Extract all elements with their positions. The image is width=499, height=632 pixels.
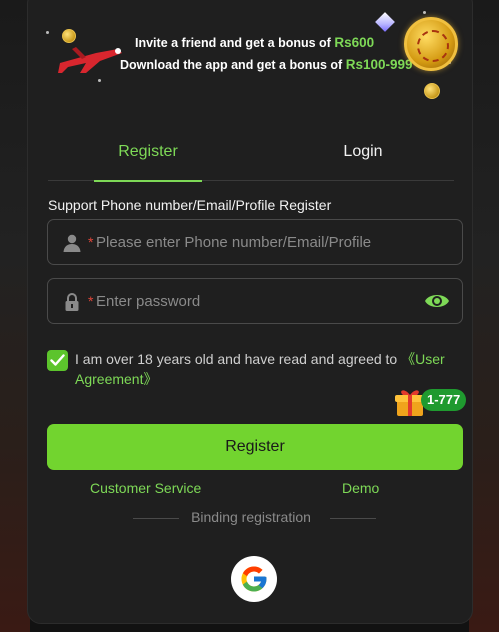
- account-field: *: [47, 219, 463, 265]
- agreement-text: I am over 18 years old and have read and…: [75, 351, 402, 367]
- binding-registration-label: Binding registration: [191, 509, 311, 525]
- account-input[interactable]: [96, 220, 426, 264]
- user-icon: [63, 234, 81, 252]
- banner-download-amount: Rs100-999: [345, 57, 413, 72]
- register-modal: Invite a friend and get a bonus of Rs600…: [27, 0, 473, 624]
- promo-banner: Invite a friend and get a bonus of Rs600…: [28, 1, 472, 101]
- google-icon: [241, 566, 267, 592]
- required-mark: *: [88, 293, 94, 309]
- eye-icon[interactable]: [424, 290, 450, 312]
- banner-line-invite: Invite a friend and get a bonus of Rs600: [135, 35, 374, 50]
- lock-icon: [65, 293, 79, 311]
- checkmark-icon: [50, 354, 65, 366]
- background-left: [0, 0, 30, 632]
- banner-download-text: Download the app and get a bonus of: [120, 58, 343, 72]
- plane-icon: [58, 47, 122, 73]
- bonus-badge: 1-777: [421, 389, 467, 411]
- banner-line-download: Download the app and get a bonus of Rs10…: [120, 57, 413, 72]
- customer-service-link[interactable]: Customer Service: [90, 480, 201, 496]
- coin-icon: [424, 83, 440, 99]
- banner-invite-text: Invite a friend and get a bonus of: [135, 36, 331, 50]
- google-login-button[interactable]: [231, 556, 277, 602]
- register-section-title: Support Phone number/Email/Profile Regis…: [48, 197, 332, 213]
- agreement-text-block: I am over 18 years old and have read and…: [75, 349, 467, 389]
- sparkle: [423, 11, 426, 14]
- background-right: [469, 0, 499, 632]
- tab-login[interactable]: Login: [318, 133, 408, 181]
- gold-coin-icon: [404, 17, 458, 71]
- agreement-checkbox[interactable]: [47, 350, 68, 371]
- auth-tabs: Register Login: [48, 133, 454, 182]
- sparkle: [46, 31, 49, 34]
- password-input[interactable]: [96, 279, 426, 323]
- diamond-icon: [375, 12, 395, 32]
- tab-register[interactable]: Register: [94, 133, 202, 182]
- banner-invite-amount: Rs600: [334, 35, 375, 50]
- sparkle: [98, 79, 101, 82]
- password-field: *: [47, 278, 463, 324]
- required-mark: *: [88, 234, 94, 250]
- register-button[interactable]: Register: [47, 424, 463, 470]
- demo-link[interactable]: Demo: [342, 480, 379, 496]
- divider: [330, 518, 376, 519]
